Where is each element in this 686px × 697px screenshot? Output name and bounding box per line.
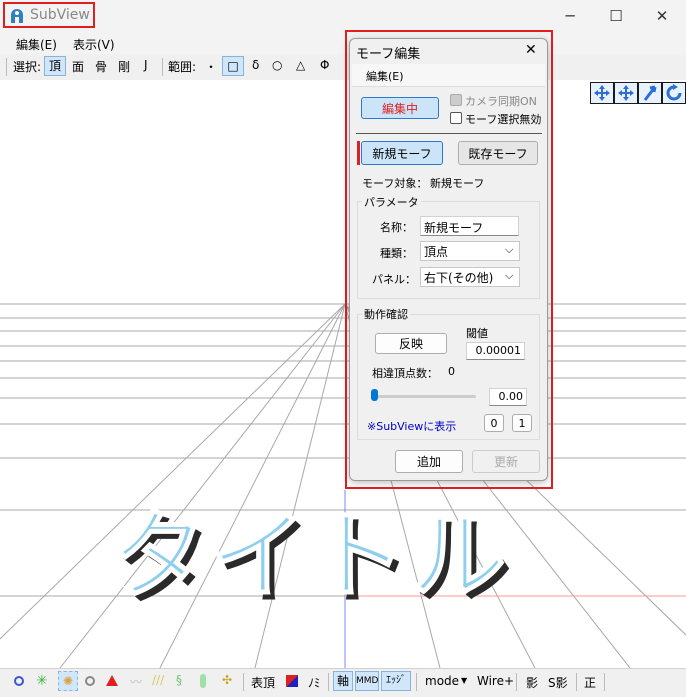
- divider: [356, 133, 542, 134]
- table-vertex-label[interactable]: 表頂: [251, 674, 275, 691]
- move-cross-icon[interactable]: [615, 83, 637, 103]
- select-vertex-button[interactable]: 頂: [44, 56, 66, 76]
- panel-label: パネル：: [372, 273, 416, 286]
- hatch-icon[interactable]: ///: [152, 673, 164, 687]
- disable-morph-select-checkbox[interactable]: [450, 112, 462, 124]
- select-rigid-button[interactable]: 剛: [118, 58, 130, 75]
- morph-target-value: 新規モーフ: [430, 177, 485, 190]
- camera-sync-checkbox[interactable]: [450, 94, 462, 106]
- axis-toggle[interactable]: 軸: [333, 671, 353, 691]
- range-triangle-button[interactable]: △: [296, 58, 305, 72]
- camera-sync-label: カメラ同期ON: [465, 95, 537, 108]
- name-input[interactable]: 新規モーフ: [420, 216, 519, 236]
- watermark-title: タイトル: [110, 500, 510, 612]
- vertex-circle-icon[interactable]: [14, 676, 24, 686]
- disable-morph-select-label: モーフ選択無効: [465, 113, 542, 126]
- watermark-layer: タイトル タイトル: [109, 499, 512, 618]
- bone-icon[interactable]: §: [176, 673, 182, 687]
- select-face-button[interactable]: 面: [72, 58, 84, 75]
- chevron-down-icon[interactable]: ▼: [461, 676, 467, 685]
- morph-target-label: モーフ対象：: [362, 177, 428, 190]
- one-button[interactable]: 1: [512, 414, 532, 432]
- color-icon[interactable]: [286, 675, 298, 687]
- toolbar-separator: [328, 673, 329, 691]
- existing-morph-button[interactable]: 既存モーフ: [458, 141, 538, 165]
- dialog-menu-edit[interactable]: 編集(E): [366, 68, 404, 84]
- chain-icon[interactable]: ✣: [222, 673, 232, 687]
- self-shadow-button[interactable]: S影: [548, 674, 568, 691]
- window-title: SubView: [30, 7, 90, 23]
- range-rect-button[interactable]: □: [222, 56, 244, 76]
- subview-link[interactable]: ※SubViewに表示: [367, 418, 456, 434]
- close-button[interactable]: ✕: [639, 0, 685, 32]
- dialog-title: モーフ編集: [356, 47, 421, 62]
- threshold-label: 閾値: [466, 327, 488, 340]
- nomi-label[interactable]: ﾉﾐ: [308, 674, 320, 691]
- apply-button[interactable]: 反映: [375, 333, 447, 354]
- range-circle-button[interactable]: ○: [272, 58, 282, 72]
- edit-mode-button[interactable]: 編集中: [361, 97, 439, 119]
- zero-button[interactable]: 0: [484, 414, 504, 432]
- panel-dropdown-value: 右下(その他): [424, 270, 494, 285]
- select-bone-button[interactable]: 骨: [95, 58, 107, 75]
- dialog-close-button[interactable]: ✕: [525, 42, 537, 58]
- toolbar-separator: [604, 673, 605, 691]
- chevron-down-icon: ⌵: [505, 269, 514, 282]
- slider-track: [372, 395, 476, 398]
- name-label: 名称：: [380, 221, 413, 234]
- mode-dropdown[interactable]: mode: [425, 674, 459, 688]
- selection-icon[interactable]: ✺: [58, 671, 78, 691]
- wave-icon[interactable]: 〰: [130, 673, 142, 690]
- ring-icon[interactable]: [85, 676, 95, 686]
- parameter-group-title: パラメータ: [362, 194, 421, 210]
- toolbar-separator: [243, 673, 244, 691]
- slider-value-input[interactable]: 0.00: [489, 388, 527, 406]
- diff-vertex-value: 0: [448, 365, 455, 378]
- add-button[interactable]: 追加: [395, 450, 463, 473]
- toolbar-separator: [416, 673, 417, 691]
- menu-view[interactable]: 表示(V): [73, 36, 115, 53]
- toolbar-separator: [162, 58, 163, 76]
- menu-edit[interactable]: 編集(E): [16, 36, 57, 53]
- diff-vertex-label: 相違頂点数：: [372, 367, 438, 380]
- type-label: 種類：: [380, 247, 413, 260]
- mmd-toggle[interactable]: MMD: [355, 671, 379, 691]
- type-dropdown-value: 頂点: [424, 244, 449, 259]
- select-label: 選択:: [13, 60, 42, 74]
- toolbar-separator: [516, 673, 517, 691]
- minimize-button[interactable]: ─: [547, 0, 593, 32]
- front-view-button[interactable]: 正: [584, 674, 596, 691]
- rotate-circle-icon[interactable]: [663, 83, 685, 103]
- shadow-button[interactable]: 影: [526, 674, 538, 691]
- range-point-button[interactable]: ・: [205, 58, 217, 75]
- 3d-viewport[interactable]: タイトル タイトル: [0, 80, 686, 668]
- toolbar-separator: [576, 673, 577, 691]
- check-group-title: 動作確認: [362, 306, 410, 322]
- select-joint-button[interactable]: J: [144, 58, 148, 72]
- maximize-button[interactable]: ☐: [593, 0, 639, 32]
- move-all-icon[interactable]: [591, 83, 613, 103]
- rotate-arrow-icon[interactable]: [639, 83, 661, 103]
- range-delta-button[interactable]: δ: [252, 58, 259, 72]
- burst-icon[interactable]: ✳: [36, 673, 48, 689]
- capsule-icon[interactable]: [200, 674, 206, 688]
- range-phi-button[interactable]: Φ: [320, 58, 329, 72]
- edge-toggle[interactable]: ｴｯｼﾞ: [381, 671, 411, 691]
- wire-plus-button[interactable]: Wire+: [477, 674, 514, 688]
- chevron-down-icon: ⌵: [505, 243, 514, 256]
- threshold-input[interactable]: 0.00001: [466, 342, 525, 360]
- app-icon: [11, 9, 23, 23]
- toolbar-separator: [6, 58, 7, 76]
- range-label: 範囲:: [168, 60, 197, 74]
- update-button[interactable]: 更新: [472, 450, 540, 473]
- triangle-icon[interactable]: [106, 675, 118, 686]
- slider-thumb[interactable]: [371, 389, 378, 401]
- view-controls: [590, 82, 686, 104]
- new-morph-button[interactable]: 新規モーフ: [361, 141, 443, 165]
- active-indicator: [357, 141, 360, 165]
